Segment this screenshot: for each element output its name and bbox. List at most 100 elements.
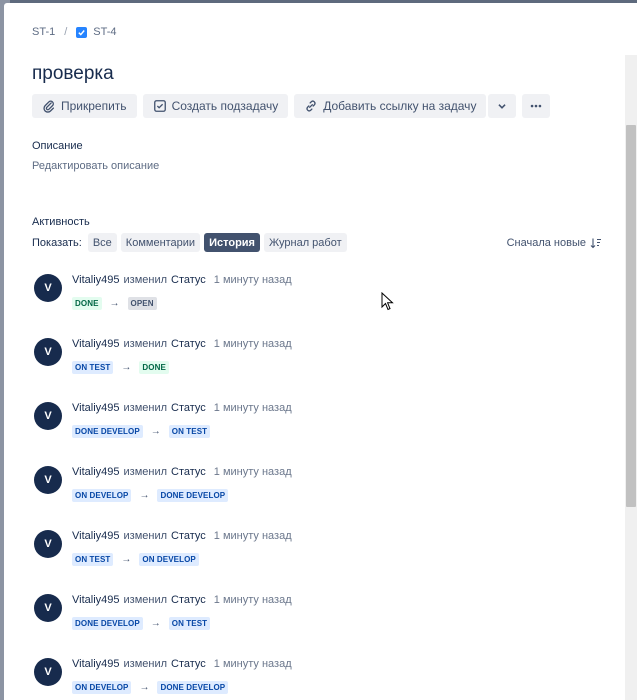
issue-type-checkbox-icon — [76, 26, 88, 38]
history-user-name[interactable]: Vitaliy495 — [72, 594, 120, 606]
status-from-badge: DONE — [72, 297, 102, 310]
history-field: Статус — [171, 658, 206, 670]
history-field: Статус — [171, 402, 206, 414]
history-entry-header: Vitaliy495 изменил Статус 1 минуту назад — [72, 530, 292, 542]
breadcrumb: ST-1 / ST-4 — [32, 26, 117, 38]
subtask-icon — [153, 100, 166, 112]
scrollbar-track[interactable] — [625, 55, 637, 700]
avatar[interactable]: V — [34, 594, 62, 622]
edit-description-placeholder[interactable]: Редактировать описание — [32, 160, 159, 172]
add-issue-link-label: Добавить ссылку на задачу — [323, 99, 477, 113]
filter-history[interactable]: История — [204, 233, 260, 252]
status-from-badge: ON TEST — [72, 361, 114, 374]
activity-heading: Активность — [32, 216, 90, 228]
history-action: изменил — [123, 274, 168, 286]
avatar[interactable]: V — [34, 466, 62, 494]
history-timestamp[interactable]: 1 минуту назад — [214, 658, 292, 670]
history-timestamp[interactable]: 1 минуту назад — [214, 530, 292, 542]
status-to-badge: ON DEVELOP — [139, 553, 199, 566]
status-change: ON DEVELOP → DONE DEVELOP — [72, 681, 229, 694]
right-arrow-icon: → — [121, 554, 132, 565]
chevron-down-icon — [498, 104, 507, 109]
breadcrumb-parent-link[interactable]: ST-1 — [32, 26, 55, 38]
status-from-badge: ON DEVELOP — [72, 681, 132, 694]
status-change: DONE DEVELOP → ON TEST — [72, 425, 211, 438]
history-user-name[interactable]: Vitaliy495 — [72, 274, 120, 286]
status-to-badge: DONE DEVELOP — [157, 489, 229, 502]
history-entry-header: Vitaliy495 изменил Статус 1 минуту назад — [72, 402, 292, 414]
avatar[interactable]: V — [34, 274, 62, 302]
history-timestamp[interactable]: 1 минуту назад — [214, 594, 292, 606]
history-entry: V Vitaliy495 изменил Статус 1 минуту назад ON… — [32, 463, 602, 527]
right-arrow-icon: → — [150, 426, 161, 437]
history-user-name[interactable]: Vitaliy495 — [72, 338, 120, 350]
right-arrow-icon: → — [109, 298, 120, 309]
status-to-badge: OPEN — [127, 297, 157, 310]
history-user-name[interactable]: Vitaliy495 — [72, 530, 120, 542]
history-entry: V Vitaliy495 изменил Статус 1 минуту назад ON… — [32, 527, 602, 591]
avatar[interactable]: V — [34, 338, 62, 366]
status-from-badge: ON TEST — [72, 553, 114, 566]
status-change: DONE DEVELOP → ON TEST — [72, 617, 211, 630]
history-entry-header: Vitaliy495 изменил Статус 1 минуту назад — [72, 594, 292, 606]
status-change: ON TEST → DONE — [72, 361, 169, 374]
paperclip-icon — [43, 100, 55, 113]
status-from-badge: DONE DEVELOP — [72, 617, 143, 630]
add-issue-link-button[interactable]: Добавить ссылку на задачу — [294, 94, 487, 118]
filter-comments[interactable]: Комментарии — [120, 233, 201, 252]
history-entry-header: Vitaliy495 изменил Статус 1 минуту назад — [72, 466, 292, 478]
history-entry-header: Vitaliy495 изменил Статус 1 минуту назад — [72, 338, 292, 350]
history-action: изменил — [123, 594, 168, 606]
history-action: изменил — [123, 530, 168, 542]
history-timestamp[interactable]: 1 минуту назад — [214, 338, 292, 350]
create-subtask-label: Создать подзадачу — [171, 99, 279, 113]
filter-all[interactable]: Все — [87, 233, 117, 252]
history-action: изменил — [123, 658, 168, 670]
avatar[interactable]: V — [34, 658, 62, 686]
history-list: V Vitaliy495 изменил Статус 1 минуту назад DO… — [32, 271, 602, 700]
right-arrow-icon: → — [139, 682, 150, 693]
history-entry-header: Vitaliy495 изменил Статус 1 минуту назад — [72, 274, 292, 286]
history-entry: V Vitaliy495 изменил Статус 1 минуту назад ON… — [32, 335, 602, 399]
history-timestamp[interactable]: 1 минуту назад — [214, 402, 292, 414]
create-subtask-button[interactable]: Создать подзадачу — [142, 94, 289, 118]
status-to-badge: ON TEST — [168, 617, 211, 630]
history-field: Статус — [171, 274, 206, 286]
history-action: изменил — [123, 402, 168, 414]
description-heading: Описание — [32, 140, 83, 152]
filter-worklog[interactable]: Журнал работ — [263, 233, 347, 252]
scrollbar-thumb[interactable] — [626, 125, 636, 507]
status-change: DONE → OPEN — [72, 297, 157, 310]
breadcrumb-current-link[interactable]: ST-4 — [93, 26, 116, 38]
status-to-badge: DONE — [139, 361, 169, 374]
history-user-name[interactable]: Vitaliy495 — [72, 658, 120, 670]
history-action: изменил — [123, 466, 168, 478]
status-to-badge: DONE DEVELOP — [157, 681, 229, 694]
issue-toolbar: Прикрепить Создать подзадачу Добавить сс… — [32, 94, 551, 118]
status-change: ON DEVELOP → DONE DEVELOP — [72, 489, 229, 502]
avatar[interactable]: V — [34, 530, 62, 558]
history-user-name[interactable]: Vitaliy495 — [72, 402, 120, 414]
sort-order-label: Сначала новые — [506, 236, 586, 249]
sort-order-toggle[interactable]: Сначала новые — [507, 237, 602, 249]
history-timestamp[interactable]: 1 минуту назад — [214, 274, 292, 286]
status-to-badge: ON TEST — [168, 425, 211, 438]
status-change: ON TEST → ON DEVELOP — [72, 553, 199, 566]
issue-title[interactable]: проверка — [32, 63, 114, 85]
activity-filters: Показать: Все Комментарии История Журнал… — [32, 233, 602, 252]
status-from-badge: ON DEVELOP — [72, 489, 132, 502]
history-field: Статус — [171, 594, 206, 606]
avatar[interactable]: V — [34, 402, 62, 430]
history-entry: V Vitaliy495 изменил Статус 1 минуту назад DO… — [32, 591, 602, 655]
mouse-cursor-icon — [381, 292, 394, 311]
issue-modal: ST-1 / ST-4 проверка Прикрепить Создать … — [4, 3, 637, 700]
attach-button[interactable]: Прикрепить — [32, 94, 137, 118]
right-arrow-icon: → — [150, 618, 161, 629]
attach-button-label: Прикрепить — [61, 99, 127, 113]
more-options-button[interactable] — [522, 94, 551, 118]
breadcrumb-separator: / — [64, 26, 68, 38]
history-timestamp[interactable]: 1 минуту назад — [214, 466, 292, 478]
more-actions-dropdown-button[interactable] — [488, 94, 517, 118]
history-user-name[interactable]: Vitaliy495 — [72, 466, 120, 478]
history-entry-header: Vitaliy495 изменил Статус 1 минуту назад — [72, 658, 292, 670]
